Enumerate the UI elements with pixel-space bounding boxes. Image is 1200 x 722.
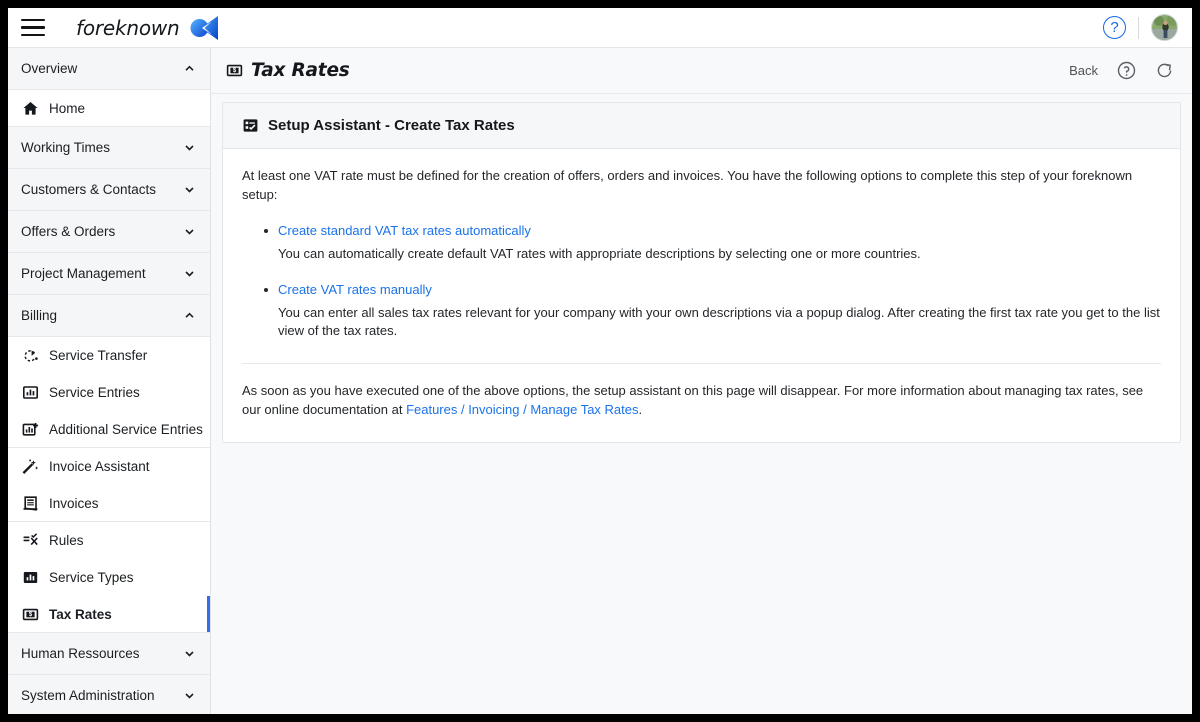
home-icon <box>22 100 39 117</box>
money-note-icon: $ <box>22 606 39 623</box>
app-window: foreknown ? Overview Home Working Times … <box>8 8 1192 714</box>
brand[interactable]: foreknown <box>76 14 227 42</box>
sidebar-item-home[interactable]: Home <box>8 90 210 127</box>
documentation-link[interactable]: Features / Invoicing / Manage Tax Rates <box>406 402 638 417</box>
divider <box>242 363 1161 365</box>
help-circle-icon[interactable]: ? <box>1103 16 1126 39</box>
sidebar-item-label: Service Types <box>49 570 134 585</box>
sidebar-item-invoice-assistant[interactable]: Invoice Assistant <box>8 448 210 485</box>
chevron-down-icon <box>183 141 196 154</box>
chevron-down-icon <box>183 183 196 196</box>
outro-text-after: . <box>638 402 643 418</box>
chevron-down-icon <box>183 225 196 238</box>
sidebar-item-invoices[interactable]: Invoices <box>8 485 210 522</box>
outro-text: As soon as you have executed one of the … <box>242 381 1161 419</box>
option-description: You can automatically create default VAT… <box>278 245 921 261</box>
magic-wand-icon <box>22 458 39 475</box>
card-header-title: Setup Assistant - Create Tax Rates <box>268 117 515 134</box>
invoice-icon <box>22 495 39 512</box>
page-header: $ Tax Rates Back <box>211 48 1192 94</box>
chevron-up-icon <box>183 62 196 75</box>
service-transfer-icon <box>22 347 39 364</box>
page-title: Tax Rates <box>251 60 350 81</box>
sidebar-section-label: System Administration <box>21 688 155 703</box>
sidebar-section-label: Billing <box>21 308 58 323</box>
sidebar-item-rules[interactable]: Rules <box>8 522 210 559</box>
chart-bars-icon <box>22 384 39 401</box>
outro-text-before: As soon as you have executed one of the … <box>242 383 1144 418</box>
help-circle-icon[interactable] <box>1117 61 1136 80</box>
setup-assistant-card: Setup Assistant - Create Tax Rates At le… <box>222 102 1181 443</box>
foreknown-logo-icon <box>187 14 227 42</box>
body: Overview Home Working Times Customers & … <box>8 48 1192 714</box>
sidebar-section-label: Working Times <box>21 140 111 155</box>
sidebar-section-label: Overview <box>21 61 78 76</box>
refresh-icon[interactable] <box>1155 61 1174 80</box>
checklist-icon <box>242 117 259 134</box>
top-bar-actions: ? <box>1103 14 1178 41</box>
sidebar-section-system-administration[interactable]: System Administration <box>8 675 210 714</box>
create-vat-rates-manually-link[interactable]: Create VAT rates manually <box>278 282 432 297</box>
sidebar-item-label: Tax Rates <box>49 606 112 622</box>
hamburger-icon[interactable] <box>18 15 48 41</box>
sidebar-section-overview[interactable]: Overview <box>8 48 210 90</box>
chevron-down-icon <box>183 267 196 280</box>
sidebar-item-label: Home <box>49 100 86 116</box>
chevron-down-icon <box>183 647 196 660</box>
sidebar-section-working-times[interactable]: Working Times <box>8 127 210 169</box>
sidebar-section-human-ressources[interactable]: Human Ressources <box>8 633 210 675</box>
sidebar-item-label: Rules <box>49 533 84 548</box>
divider <box>1138 16 1139 39</box>
sidebar-section-label: Project Management <box>21 266 146 281</box>
chevron-down-icon <box>183 689 196 702</box>
avatar[interactable] <box>1151 14 1178 41</box>
chevron-up-icon <box>183 309 196 322</box>
option-description: You can enter all sales tax rates releva… <box>278 304 1160 339</box>
chart-bars-icon <box>22 569 39 586</box>
card-header: Setup Assistant - Create Tax Rates <box>223 103 1180 149</box>
rules-icon <box>22 532 39 549</box>
sidebar-item-label: Additional Service Entries <box>49 421 203 437</box>
brand-name: foreknown <box>76 15 180 40</box>
sidebar-item-service-entries[interactable]: Service Entries <box>8 374 210 411</box>
sidebar-section-offers-orders[interactable]: Offers & Orders <box>8 211 210 253</box>
sidebar-item-label: Invoice Assistant <box>49 459 150 474</box>
list-item: Create VAT rates manually You can enter … <box>264 281 1161 342</box>
intro-text: At least one VAT rate must be defined fo… <box>242 168 1133 202</box>
sidebar-section-label: Human Ressources <box>21 646 140 661</box>
back-button[interactable]: Back <box>1069 63 1098 78</box>
sidebar-item-additional-service-entries[interactable]: Additional Service Entries <box>8 411 210 448</box>
page-title-wrap: $ Tax Rates <box>226 60 350 81</box>
sidebar-item-service-transfer[interactable]: Service Transfer <box>8 337 210 374</box>
sidebar: Overview Home Working Times Customers & … <box>8 48 211 714</box>
sidebar-section-project-management[interactable]: Project Management <box>8 253 210 295</box>
card-body: At least one VAT rate must be defined fo… <box>223 149 1180 442</box>
sidebar-section-label: Customers & Contacts <box>21 182 157 197</box>
list-item: Create standard VAT tax rates automatica… <box>264 222 1161 264</box>
sidebar-item-service-types[interactable]: Service Types <box>8 559 210 596</box>
money-note-icon: $ <box>226 62 243 79</box>
chart-bars-plus-icon <box>22 421 39 438</box>
sidebar-item-tax-rates[interactable]: $ Tax Rates <box>8 596 210 633</box>
sidebar-section-billing[interactable]: Billing <box>8 295 210 337</box>
sidebar-item-label: Invoices <box>49 495 99 511</box>
create-standard-vat-rates-link[interactable]: Create standard VAT tax rates automatica… <box>278 223 531 238</box>
sidebar-item-label: Service Transfer <box>49 348 148 363</box>
options-list: Create standard VAT tax rates automatica… <box>242 222 1161 342</box>
sidebar-section-label: Offers & Orders <box>21 224 116 239</box>
sidebar-item-label: Service Entries <box>49 385 140 400</box>
sidebar-section-customers-contacts[interactable]: Customers & Contacts <box>8 169 210 211</box>
page-header-actions: Back <box>1069 61 1174 80</box>
top-bar: foreknown ? <box>8 8 1192 48</box>
main-content: $ Tax Rates Back Setup Assistant - Creat… <box>211 48 1192 714</box>
